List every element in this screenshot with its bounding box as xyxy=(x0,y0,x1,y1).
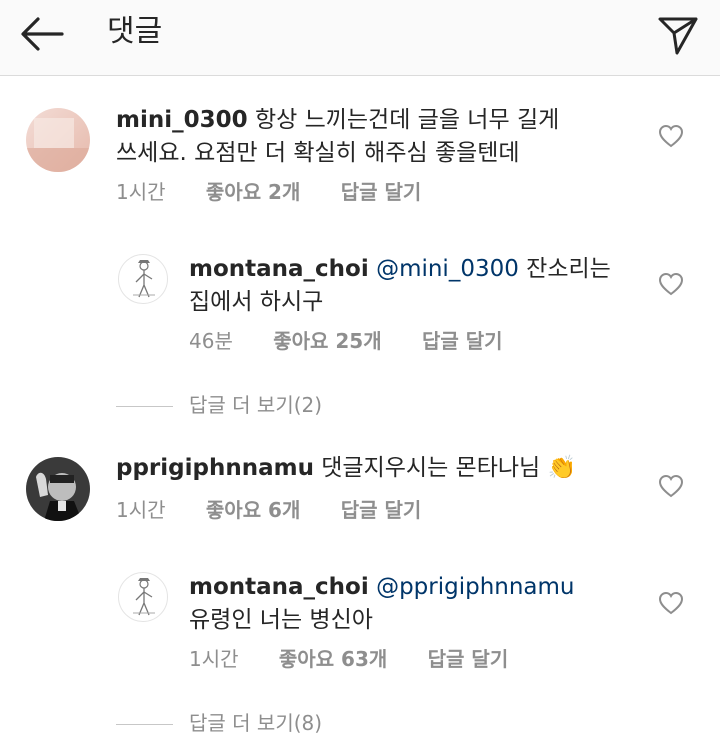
comment-meta: 1시간 좋아요 6개 답글 달기 xyxy=(116,496,421,524)
comment-text-line1: 댓글지우시는 몬타나님 👏 xyxy=(321,455,577,481)
back-arrow-icon xyxy=(21,17,64,51)
avatar[interactable] xyxy=(118,254,168,304)
likes-count[interactable]: 좋아요 6개 xyxy=(206,496,300,524)
reply-button[interactable]: 답글 달기 xyxy=(428,645,509,673)
view-more-replies[interactable]: 답글 더 보기(8) xyxy=(116,709,322,737)
top-bar: 댓글 xyxy=(0,0,720,76)
view-more-replies[interactable]: 답글 더 보기(2) xyxy=(116,391,322,419)
heart-outline-icon xyxy=(658,124,684,148)
avatar[interactable] xyxy=(26,108,90,172)
heart-outline-icon xyxy=(658,474,684,498)
view-more-label: 답글 더 보기(8) xyxy=(189,711,323,735)
comment-time: 1시간 xyxy=(116,498,166,522)
likes-count[interactable]: 좋아요 2개 xyxy=(206,178,300,206)
reply-meta: 46분 좋아요 25개 답글 달기 xyxy=(189,327,503,355)
reply-text-line1: 잔소리는 xyxy=(526,256,611,282)
mention-link[interactable]: @mini_0300 xyxy=(376,256,519,282)
reply-button[interactable]: 답글 달기 xyxy=(341,178,422,206)
reply-username[interactable]: montana_choi xyxy=(189,256,369,282)
reply-text: montana_choi @mini_0300 잔소리는 집에서 하시구 xyxy=(189,253,629,319)
likes-count[interactable]: 좋아요 25개 xyxy=(273,327,381,355)
divider-line xyxy=(116,724,173,725)
comment-text: pprigiphnnamu 댓글지우시는 몬타나님 👏 xyxy=(116,452,636,485)
reply-button[interactable]: 답글 달기 xyxy=(341,496,422,524)
heart-outline-icon xyxy=(658,272,684,296)
comment-time: 1시간 xyxy=(116,180,166,204)
divider-line xyxy=(116,406,173,407)
comment-meta: 1시간 좋아요 2개 답글 달기 xyxy=(116,178,421,206)
comment-text: mini_0300 항상 느끼는건데 글을 너무 길게 쓰세요. 요점만 더 확… xyxy=(116,104,616,170)
avatar[interactable] xyxy=(118,572,168,622)
like-button[interactable] xyxy=(657,270,685,298)
avatar[interactable] xyxy=(26,457,90,521)
comment-text-line1: 항상 느끼는건데 글을 너무 길게 xyxy=(254,107,560,133)
reply-text-line2: 유령인 너는 병신아 xyxy=(189,607,373,633)
comment-text-line2: 쓰세요. 요점만 더 확실히 해주심 좋을텐데 xyxy=(116,140,520,166)
heart-outline-icon xyxy=(658,591,684,615)
reply-text: montana_choi @pprigiphnnamu 유령인 너는 병신아 xyxy=(189,571,629,637)
reply-username[interactable]: montana_choi xyxy=(189,574,369,600)
mention-link[interactable]: @pprigiphnnamu xyxy=(376,574,574,600)
view-more-label: 답글 더 보기(2) xyxy=(189,393,323,417)
like-button[interactable] xyxy=(657,589,685,617)
comment-username[interactable]: mini_0300 xyxy=(116,107,248,133)
back-button[interactable] xyxy=(14,14,70,54)
paper-plane-icon xyxy=(658,17,698,55)
reply-time: 1시간 xyxy=(189,647,239,671)
like-button[interactable] xyxy=(657,122,685,150)
reply-meta: 1시간 좋아요 63개 답글 달기 xyxy=(189,645,508,673)
page-title: 댓글 xyxy=(107,14,163,49)
reply-button[interactable]: 답글 달기 xyxy=(422,327,503,355)
like-button[interactable] xyxy=(657,472,685,500)
share-button[interactable] xyxy=(650,10,706,60)
comment-username[interactable]: pprigiphnnamu xyxy=(116,455,314,481)
reply-text-line2: 집에서 하시구 xyxy=(189,289,324,315)
likes-count[interactable]: 좋아요 63개 xyxy=(279,645,387,673)
reply-time: 46분 xyxy=(189,329,233,353)
